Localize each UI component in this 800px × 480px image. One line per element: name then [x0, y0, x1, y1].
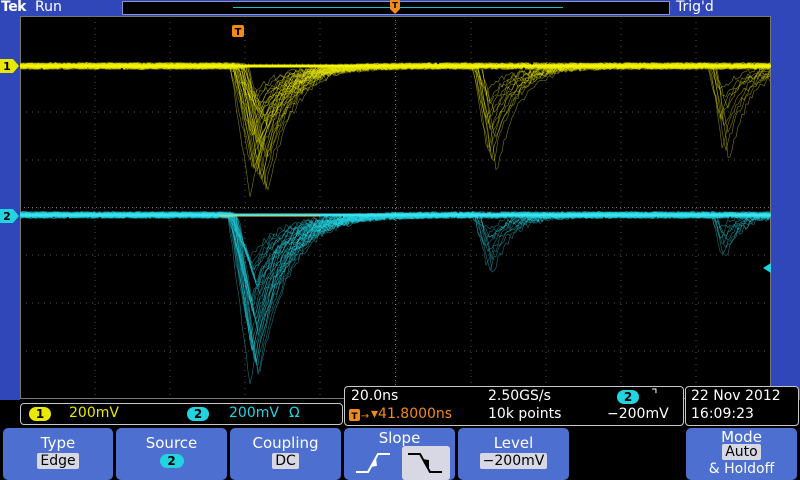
brand-label: Tek	[1, 0, 27, 15]
svg-text:T: T	[392, 1, 398, 10]
graticule: T	[20, 16, 771, 399]
timebase-readout[interactable]: 20.0ns 2.50GS/s 2 ⌝ T → ▾41.8000ns 10k p…	[344, 386, 684, 426]
coupling-menu-button[interactable]: Coupling DC	[230, 428, 341, 480]
svg-text:2: 2	[3, 210, 11, 223]
mode-value: Auto	[722, 444, 761, 460]
channel-1-marker-icon[interactable]: 1	[0, 59, 20, 73]
rising-slope-icon[interactable]	[350, 446, 396, 478]
channel-1-scale: 200mV	[69, 405, 119, 421]
waveform-display[interactable]: T	[20, 16, 771, 399]
horizontal-scale: 20.0ns	[351, 388, 399, 404]
sample-rate: 2.50GS/s	[488, 388, 551, 404]
channel-2-marker-icon[interactable]: 2	[0, 209, 20, 223]
coupling-label: Coupling	[252, 434, 319, 452]
type-menu-button[interactable]: Type Edge	[3, 428, 113, 480]
source-label: Source	[145, 434, 198, 452]
level-menu-button[interactable]: Level −200mV	[458, 428, 569, 480]
level-value: −200mV	[479, 453, 548, 469]
svg-text:→: →	[361, 411, 369, 422]
channel-readout[interactable]: 1 200mV 2 200mV Ω	[20, 403, 343, 425]
channel-2-badge: 2	[187, 407, 209, 421]
trigger-level-arrow-icon	[763, 263, 771, 273]
acquisition-state: Run	[35, 0, 62, 15]
trigger-slope-icon: ⌝	[651, 387, 658, 403]
slope-label: Slope	[378, 429, 421, 447]
falling-slope-icon[interactable]	[402, 446, 450, 480]
mode-menu-button[interactable]: Mode Auto & Holdoff	[686, 428, 797, 480]
trigger-position-marker-icon: T	[390, 0, 400, 14]
type-value: Edge	[37, 453, 79, 469]
trigger-point-icon: T	[232, 25, 244, 38]
level-label: Level	[493, 434, 534, 452]
channel-2-impedance: Ω	[289, 405, 300, 421]
grid	[20, 16, 771, 399]
right-rail	[771, 16, 800, 400]
trigger-level-readout: −200mV	[607, 406, 669, 422]
datetime-readout: 22 Nov 2012 16:09:23	[685, 386, 799, 426]
svg-text:T: T	[235, 27, 242, 38]
svg-text:T: T	[351, 412, 358, 422]
coupling-value: DC	[272, 453, 299, 469]
status-bar: Tek Run T Trig'd	[0, 0, 800, 16]
trigger-position-icon: T →	[349, 409, 369, 422]
type-label: Type	[40, 434, 76, 452]
mode-holdoff: & Holdoff	[708, 461, 775, 477]
record-length: 10k points	[488, 406, 562, 422]
svg-text:1: 1	[3, 60, 11, 73]
trigger-state: Trig'd	[676, 0, 714, 15]
horizontal-position: ▾41.8000ns	[371, 406, 453, 422]
source-menu-button[interactable]: Source 2	[116, 428, 227, 480]
source-value: 2	[159, 454, 184, 468]
date: 22 Nov 2012	[691, 388, 781, 404]
slope-menu-button[interactable]: Slope	[344, 428, 455, 480]
time: 16:09:23	[691, 406, 754, 422]
channel-1-badge: 1	[29, 407, 51, 421]
channel-2-scale: 200mV	[229, 405, 279, 421]
left-rail	[0, 16, 20, 400]
trigger-source-badge: 2	[617, 390, 639, 404]
